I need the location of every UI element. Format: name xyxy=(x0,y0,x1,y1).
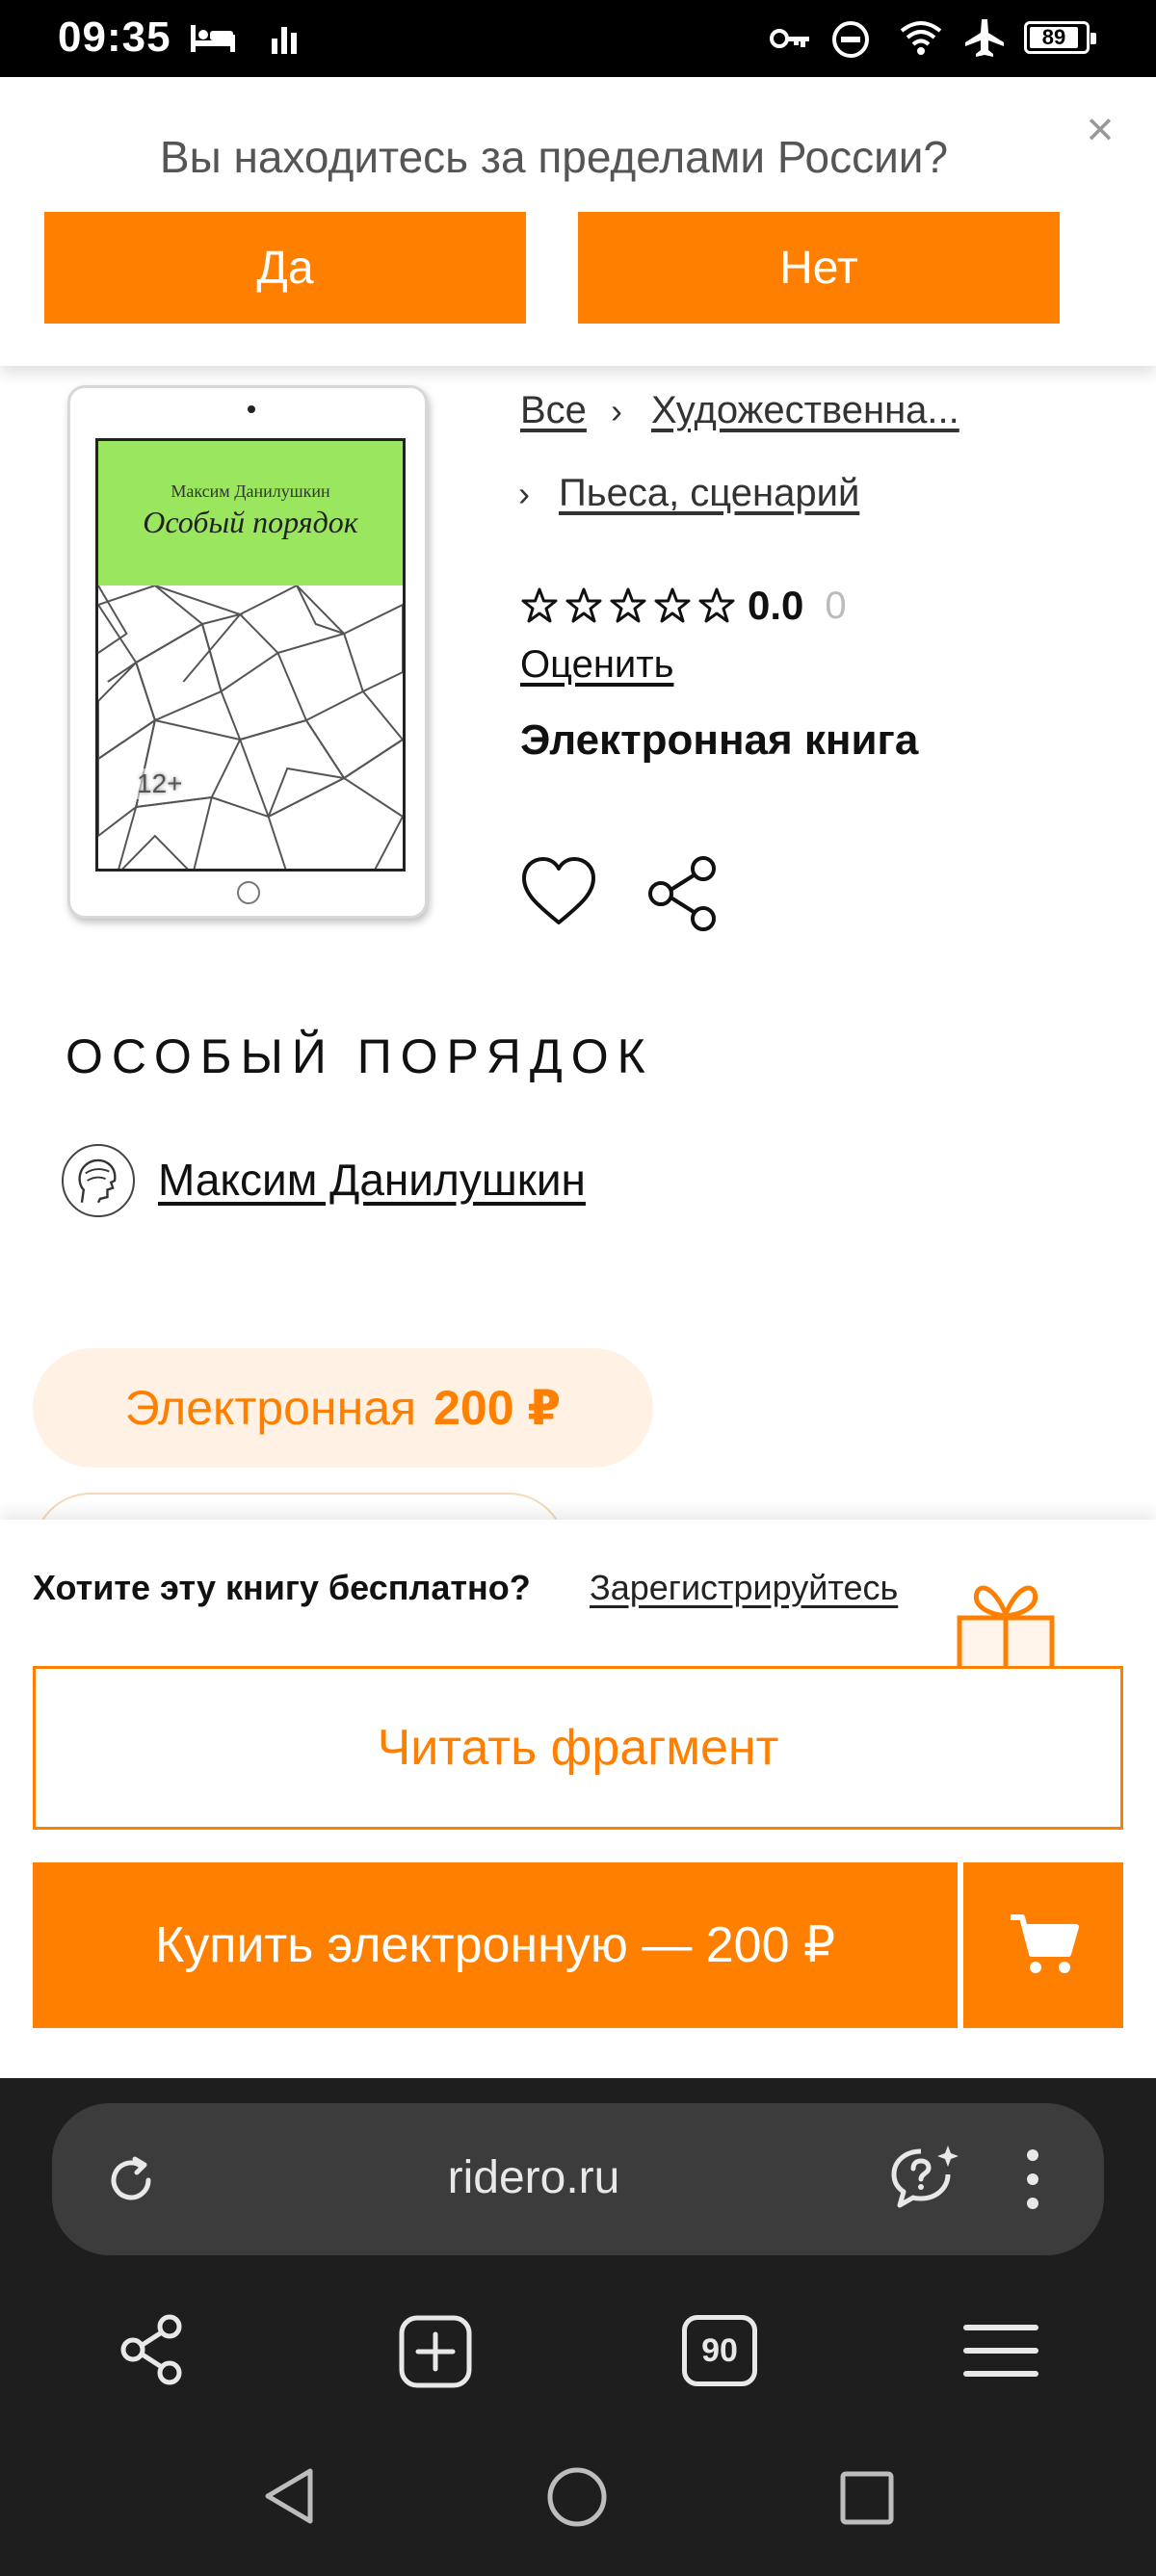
sleep-icon xyxy=(191,25,235,52)
buy-panel: Хотите эту книгу бесплатно? Зарегистриру… xyxy=(0,1520,1156,2078)
breadcrumb-separator: › xyxy=(518,474,530,513)
battery-icon: 89 xyxy=(1024,21,1096,54)
breadcrumb-category[interactable]: Художественна... xyxy=(651,389,959,432)
format-pill-ebook[interactable]: Электронная 200 ₽ xyxy=(33,1348,653,1468)
rating-count: 0 xyxy=(825,584,847,627)
battery-level: 89 xyxy=(1041,25,1066,49)
breadcrumb-subcategory[interactable]: Пьеса, сценарий xyxy=(559,472,859,515)
do-not-disturb-icon xyxy=(832,21,869,58)
rating: 0.0 0 xyxy=(520,582,847,630)
breadcrumb-subcategory-link[interactable]: Пьеса, сценарий xyxy=(559,472,859,514)
read-fragment-button[interactable]: Читать фрагмент xyxy=(33,1666,1123,1830)
home-icon[interactable] xyxy=(545,2465,609,2529)
cover-image: Максим Данилушкин Особый порядок 12+ xyxy=(95,438,406,872)
free-book-question: Хотите эту книгу бесплатно? xyxy=(33,1568,531,1607)
status-bar: 09:35 89 xyxy=(0,0,1156,77)
tabs-count[interactable]: 90 xyxy=(682,2315,757,2386)
buy-ebook-button[interactable]: Купить электронную — 200 ₽ xyxy=(33,1862,958,2028)
airplane-icon xyxy=(965,19,1004,57)
format-label: Электронная книга xyxy=(520,716,919,764)
hamburger-menu-icon[interactable] xyxy=(961,2321,1040,2381)
author-link[interactable]: Максим Данилушкин xyxy=(158,1154,586,1206)
breadcrumb-separator: › xyxy=(611,391,622,430)
breadcrumb-all-link[interactable]: Все xyxy=(520,389,587,431)
wifi-icon xyxy=(900,21,942,55)
new-tab-icon[interactable] xyxy=(397,2313,474,2390)
address-bar[interactable]: ridero.ru xyxy=(52,2103,1104,2255)
rate-link[interactable]: Оценить xyxy=(520,643,673,687)
browser-toolbar: ridero.ru 90 xyxy=(0,2078,1156,2576)
url-text[interactable]: ridero.ru xyxy=(52,2151,1015,2204)
breadcrumb-all[interactable]: Все xyxy=(520,389,587,432)
age-rating: 12+ xyxy=(133,768,187,799)
star-icon[interactable] xyxy=(653,586,692,625)
register-link[interactable]: Зарегистрируйтесь xyxy=(590,1568,898,1608)
cover-pattern xyxy=(98,585,403,869)
region-yes-button[interactable]: Да xyxy=(44,212,526,324)
region-question: Вы находитесь за пределами России? xyxy=(159,132,949,182)
cart-icon xyxy=(1011,1914,1079,1973)
ai-assistant-icon[interactable] xyxy=(888,2144,961,2213)
more-menu-icon[interactable] xyxy=(1021,2146,1044,2213)
region-no-button[interactable]: Нет xyxy=(578,212,1060,324)
rating-value: 0.0 xyxy=(748,583,804,628)
close-icon[interactable]: × xyxy=(1077,105,1123,153)
recent-apps-icon[interactable] xyxy=(838,2469,896,2527)
heart-icon[interactable] xyxy=(518,853,599,930)
tablet-camera xyxy=(248,405,255,413)
screen: 09:35 89 Максим Данилушкин Особый порядо… xyxy=(0,0,1156,2576)
cover-author: Максим Данилушкин xyxy=(171,481,330,501)
star-icon[interactable] xyxy=(697,586,736,625)
star-icon[interactable] xyxy=(609,586,647,625)
author-avatar[interactable] xyxy=(62,1144,135,1217)
breadcrumb-category-link[interactable]: Художественна... xyxy=(651,389,959,431)
add-to-cart-button[interactable] xyxy=(963,1862,1123,2028)
star-icon[interactable] xyxy=(565,586,603,625)
signal-bars-icon xyxy=(272,27,297,54)
cover-title: Особый порядок xyxy=(143,505,358,539)
gift-icon xyxy=(957,1585,1055,1670)
region-banner: Вы находитесь за пределами России? × Да … xyxy=(0,77,1156,366)
vpn-key-icon xyxy=(770,29,809,48)
share-icon[interactable] xyxy=(644,853,724,934)
back-icon[interactable] xyxy=(260,2465,318,2527)
format-pill-label: Электронная xyxy=(124,1381,417,1435)
star-icon[interactable] xyxy=(520,586,559,625)
book-cover[interactable]: Максим Данилушкин Особый порядок 12+ xyxy=(67,385,428,919)
format-pill-price: 200 ₽ xyxy=(434,1381,562,1435)
share-page-icon[interactable] xyxy=(116,2313,189,2386)
book-title: ОСОБЫЙ ПОРЯДОК xyxy=(66,1029,654,1083)
tablet-home-button xyxy=(237,881,260,904)
status-time: 09:35 xyxy=(58,13,171,61)
